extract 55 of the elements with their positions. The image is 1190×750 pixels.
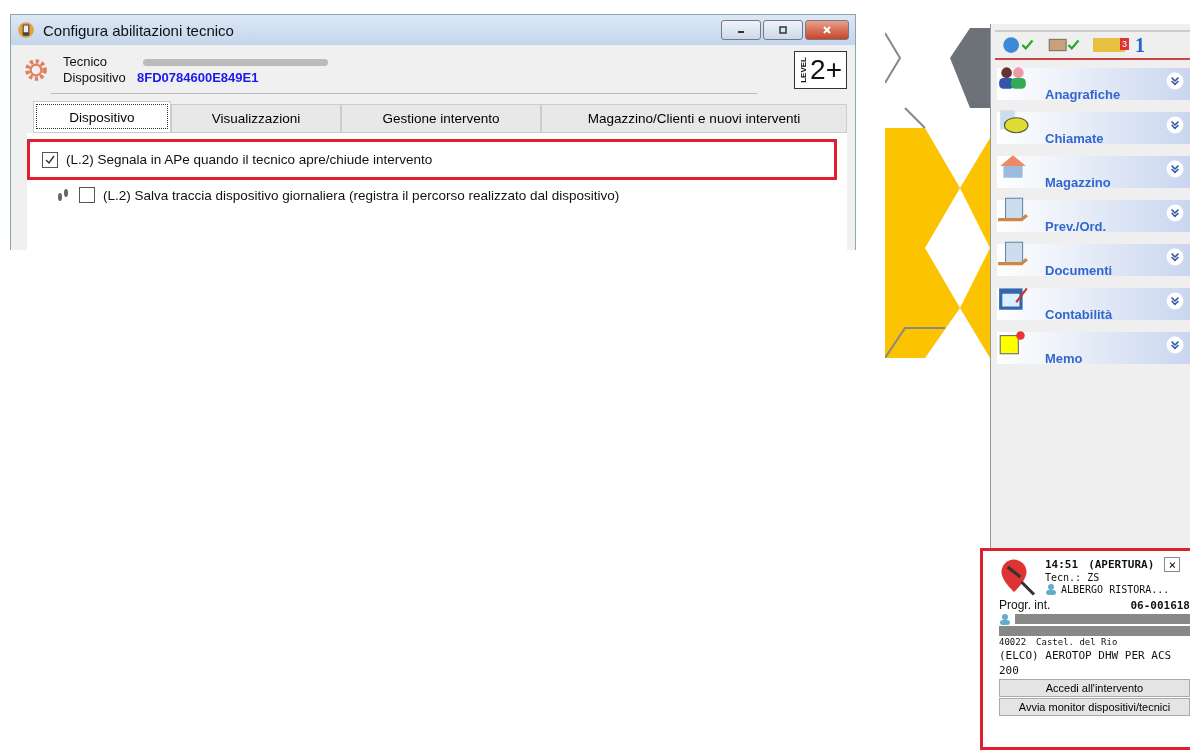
time: 14:51 (1045, 558, 1079, 571)
chevron-down-icon[interactable] (1166, 248, 1184, 266)
sidebar-item[interactable]: Documenti (997, 244, 1190, 276)
progr-value: 06-001618 (1130, 598, 1190, 612)
dispositivo-label: Dispositivo (63, 70, 127, 86)
technician-label: Tecn.: ZS (1045, 572, 1101, 583)
people-icon (997, 64, 1029, 92)
phone-icon (17, 21, 35, 39)
close-button[interactable]: × (1164, 557, 1181, 572)
description: (ELCO) AEROTOP DHW PER ACS 200 (999, 648, 1173, 678)
sidebar-item[interactable]: Magazzino (997, 156, 1190, 188)
action-button[interactable]: Avvia monitor dispositivi/tecnici (999, 698, 1190, 716)
chevron-down-icon[interactable] (1166, 292, 1184, 310)
tab[interactable]: Magazzino/Clienti e nuovi interventi (541, 104, 847, 132)
checkbox[interactable] (42, 151, 58, 168)
sidebar-item[interactable]: Anagrafiche (997, 68, 1190, 100)
tab[interactable]: Visualizzazioni (171, 104, 341, 132)
person-icon (1045, 583, 1057, 595)
window-title: Configura abilitazioni tecnico (43, 21, 235, 39)
close-icon (822, 25, 832, 35)
chevron-down-icon[interactable] (1166, 160, 1184, 178)
sidebar-item[interactable]: Memo (997, 332, 1190, 364)
option-label: (L.2) Segnala in APe quando il tecnico apre/chiude intervento (66, 152, 433, 167)
level-badge: LEVEL 2+ (794, 51, 847, 89)
footprints-icon (55, 187, 71, 203)
maximize-button[interactable] (763, 20, 803, 40)
chevron-down-icon[interactable] (1166, 336, 1184, 354)
progr-label: Progr. int. (999, 598, 1051, 612)
minimize-button[interactable] (721, 20, 761, 40)
maximize-icon (778, 25, 788, 35)
sidebar-item[interactable]: Prev./Ord. (997, 200, 1190, 232)
close-button[interactable] (805, 20, 849, 40)
status: (APERTURA) (1088, 558, 1155, 571)
dispositivo-value: 8FD0784600E849E1 (137, 70, 259, 86)
phone-icon (997, 108, 1029, 136)
city: Castel. del Rio (1036, 637, 1118, 647)
document-icon (997, 196, 1029, 224)
action-button[interactable]: Accedi all'intervento (999, 679, 1190, 697)
notification-badge: 3 (1120, 38, 1129, 50)
option-label: (L.2) Salva traccia dispositivo giornaliera (registra il percorso realizzato dal dispositivo) (103, 187, 620, 203)
chevron-down-icon[interactable] (1166, 72, 1184, 90)
tecnico-label: Tecnico (63, 54, 109, 70)
person-icon (999, 613, 1011, 625)
counter: 1 (1135, 36, 1145, 54)
document-icon (997, 240, 1029, 268)
tab[interactable]: Gestione intervento (341, 104, 541, 132)
tab[interactable]: Dispositivo (33, 101, 171, 132)
sidebar-item[interactable]: Contabilità (997, 288, 1190, 320)
chevron-down-icon[interactable] (1166, 204, 1184, 222)
chevron-down-icon[interactable] (1166, 116, 1184, 134)
zip-code: 40022 (999, 637, 1027, 647)
checkbox[interactable] (79, 187, 95, 203)
client-name: ALBERGO RISTORA... (1061, 583, 1170, 595)
gear-icon (23, 57, 49, 83)
sidebar-item[interactable]: Chiamate (997, 112, 1190, 144)
